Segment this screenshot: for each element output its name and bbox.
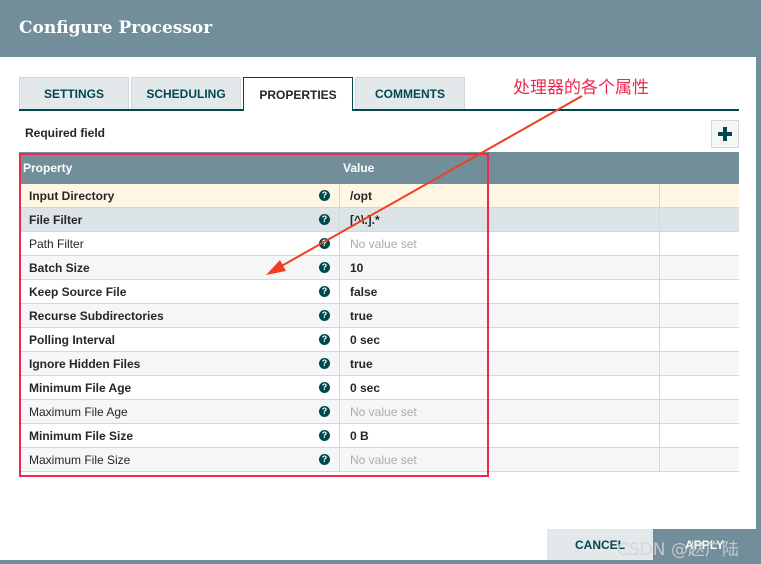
table-row[interactable]: Maximum File Size? No value set [19,448,739,472]
column-divider [659,424,660,447]
column-divider [659,232,660,255]
table-row[interactable]: Minimum File Size? 0 B [19,424,739,448]
table-header: Property Value [19,152,739,184]
property-value[interactable]: 0 sec [350,381,380,395]
question-circle-icon[interactable]: ? [319,214,330,225]
configure-processor-dialog: Configure Processor SETTINGS SCHEDULING … [0,0,756,560]
column-divider [339,280,340,303]
property-name: Polling Interval [29,333,116,347]
property-name: Path Filter [29,237,84,251]
column-divider [659,376,660,399]
column-divider [659,400,660,423]
property-name: Keep Source File [29,285,127,299]
column-divider [659,352,660,375]
tab-comments[interactable]: COMMENTS [355,77,465,109]
column-divider [339,208,340,231]
column-divider [339,256,340,279]
question-circle-icon[interactable]: ? [319,454,330,465]
column-divider [659,448,660,471]
property-name: Input Directory [29,189,115,203]
property-name: Maximum File Age [29,405,128,419]
question-circle-icon[interactable]: ? [319,286,330,297]
column-divider [339,352,340,375]
column-header-property[interactable]: Property [23,161,72,175]
column-divider [659,208,660,231]
apply-button[interactable]: APPLY [653,529,756,560]
property-value[interactable]: 0 B [350,429,369,443]
table-row[interactable]: Keep Source File? false [19,280,739,304]
property-value[interactable]: 10 [350,261,363,275]
property-value[interactable]: No value set [350,405,417,419]
question-circle-icon[interactable]: ? [319,382,330,393]
property-value[interactable]: 0 sec [350,333,380,347]
table-row[interactable]: Path Filter? No value set [19,232,739,256]
tab-settings[interactable]: SETTINGS [19,77,129,109]
property-value[interactable]: No value set [350,453,417,467]
property-name: Minimum File Age [29,381,132,395]
table-row[interactable]: Input Directory? /opt [19,184,739,208]
question-circle-icon[interactable]: ? [319,358,330,369]
column-divider [339,424,340,447]
required-field-label: Required field [25,126,106,140]
tab-properties[interactable]: PROPERTIES [243,77,353,111]
column-header-value[interactable]: Value [343,161,374,175]
question-circle-icon[interactable]: ? [319,406,330,417]
column-divider [339,376,340,399]
property-name: Minimum File Size [29,429,134,443]
column-divider [659,304,660,327]
question-circle-icon[interactable]: ? [319,262,330,273]
table-row[interactable]: Batch Size? 10 [19,256,739,280]
table-row[interactable]: File Filter? [^\.].* [19,208,739,232]
property-value[interactable]: true [350,309,373,323]
add-property-button[interactable] [711,120,739,148]
property-value[interactable]: [^\.].* [350,213,380,227]
plus-icon [718,127,732,141]
cancel-button[interactable]: CANCEL [547,529,653,560]
column-divider [339,400,340,423]
annotation-label: 处理器的各个属性 [513,78,649,98]
properties-table: Property Value Input Directory? /opt File … [19,152,739,472]
question-circle-icon[interactable]: ? [319,430,330,441]
table-row[interactable]: Minimum File Age? 0 sec [19,376,739,400]
question-circle-icon[interactable]: ? [319,310,330,321]
table-row[interactable]: Ignore Hidden Files? true [19,352,739,376]
question-circle-icon[interactable]: ? [319,334,330,345]
question-circle-icon[interactable]: ? [319,238,330,249]
column-divider [659,256,660,279]
table-body: Input Directory? /opt File Filter? [^\.].* P… [19,184,739,472]
property-value[interactable]: No value set [350,237,417,251]
table-row[interactable]: Polling Interval? 0 sec [19,328,739,352]
column-divider [339,448,340,471]
column-divider [339,304,340,327]
question-circle-icon[interactable]: ? [319,190,330,201]
column-divider [339,328,340,351]
column-divider [339,184,340,207]
property-name: File Filter [29,213,83,227]
property-value[interactable]: true [350,357,373,371]
table-row[interactable]: Recurse Subdirectories? true [19,304,739,328]
property-name: Recurse Subdirectories [29,309,164,323]
table-row[interactable]: Maximum File Age? No value set [19,400,739,424]
tab-scheduling[interactable]: SCHEDULING [131,77,241,109]
property-name: Batch Size [29,261,90,275]
property-name: Ignore Hidden Files [29,357,141,371]
property-name: Maximum File Size [29,453,131,467]
column-divider [659,280,660,303]
column-divider [659,328,660,351]
dialog-title: Configure Processor [19,18,213,38]
dialog-header: Configure Processor [0,0,756,57]
column-divider [339,232,340,255]
property-value[interactable]: /opt [350,189,372,203]
column-divider [659,184,660,207]
property-value[interactable]: false [350,285,377,299]
